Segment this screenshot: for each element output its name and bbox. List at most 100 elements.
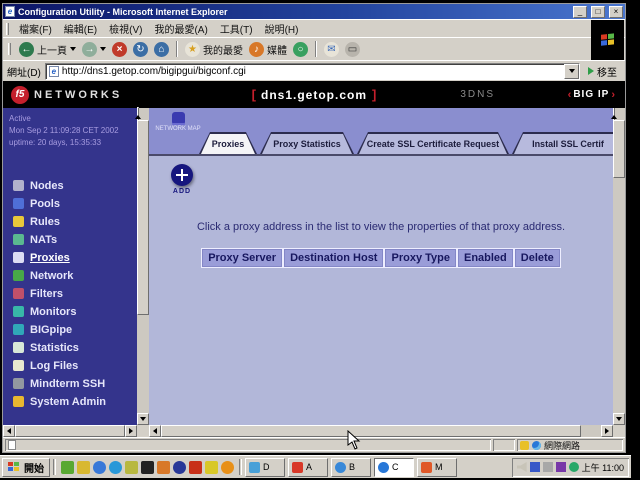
sidebar-vertical-scrollbar[interactable] xyxy=(137,108,149,425)
menu-tools[interactable]: 工具(T) xyxy=(214,19,259,38)
go-button[interactable]: 移至 xyxy=(584,63,621,80)
favorites-button[interactable]: 我的最愛 xyxy=(183,41,245,58)
volume-icon[interactable] xyxy=(517,462,527,472)
taskbar-separator xyxy=(239,459,242,475)
home-button[interactable] xyxy=(152,41,171,58)
restore-button[interactable]: □ xyxy=(591,6,605,18)
scroll-right-arrow[interactable] xyxy=(601,425,613,437)
forward-dropdown-icon[interactable] xyxy=(100,47,106,51)
quicklaunch-icon-4[interactable] xyxy=(109,461,122,474)
tray-icon-3[interactable] xyxy=(543,462,553,472)
proxies-icon xyxy=(13,252,24,263)
status-uptime: uptime: 20 days, 15:35:33 xyxy=(9,137,149,149)
quicklaunch-icon-7[interactable] xyxy=(157,461,170,474)
sidebar-item-system-admin[interactable]: System Admin xyxy=(13,395,149,408)
minimize-button[interactable]: _ xyxy=(573,6,587,18)
sidebar-item-monitors[interactable]: Monitors xyxy=(13,305,149,318)
forward-button[interactable] xyxy=(80,41,108,58)
tab-proxy-statistics[interactable]: Proxy Statistics xyxy=(260,132,354,154)
sidebar-item-bigpipe[interactable]: BIGpipe xyxy=(13,323,149,336)
tab-proxies[interactable]: Proxies xyxy=(199,132,257,154)
menu-file[interactable]: 檔案(F) xyxy=(13,19,58,38)
sidebar-item-statistics[interactable]: Statistics xyxy=(13,341,149,354)
mail-button[interactable] xyxy=(322,41,341,58)
3dns-label: 3DNS xyxy=(460,89,495,100)
media-button[interactable]: 媒體 xyxy=(247,41,289,58)
scroll-right-arrow[interactable] xyxy=(125,425,137,437)
scroll-left-arrow[interactable] xyxy=(3,425,15,437)
back-button[interactable]: 上一頁 xyxy=(17,41,78,58)
menu-help[interactable]: 說明(H) xyxy=(259,19,305,38)
sidebar-horizontal-scrollbar[interactable] xyxy=(3,425,137,437)
taskbar-window-3[interactable]: B xyxy=(331,458,371,477)
network-map-button[interactable]: NETWORK MAP xyxy=(155,112,201,132)
start-button[interactable]: 開始 xyxy=(2,458,50,477)
mail-icon xyxy=(324,42,339,57)
tab-create-ssl-certificate-request[interactable]: Create SSL Certificate Request xyxy=(357,132,509,154)
stop-button[interactable] xyxy=(110,41,129,58)
scrollbar-thumb[interactable] xyxy=(613,120,625,178)
history-button[interactable] xyxy=(291,41,310,58)
toolbar-grip[interactable] xyxy=(8,43,11,55)
quicklaunch-icon-1[interactable] xyxy=(61,461,74,474)
back-icon xyxy=(19,42,34,57)
add-label: ADD xyxy=(167,188,197,195)
refresh-button[interactable] xyxy=(131,41,150,58)
taskbar-window-5[interactable]: M xyxy=(417,458,457,477)
add-icon xyxy=(171,164,193,186)
scrollbar-thumb[interactable] xyxy=(137,120,149,315)
quicklaunch-icon-5[interactable] xyxy=(125,461,138,474)
taskbar-window-1[interactable]: D xyxy=(245,458,285,477)
sidebar-item-proxies[interactable]: Proxies xyxy=(13,251,149,264)
sidebar-item-nodes[interactable]: Nodes xyxy=(13,179,149,192)
system-admin-icon xyxy=(13,396,24,407)
sidebar-item-mindterm-ssh[interactable]: Mindterm SSH xyxy=(13,377,149,390)
menubar-grip[interactable] xyxy=(6,23,9,35)
scroll-down-arrow[interactable] xyxy=(137,413,149,425)
tray-icon-5[interactable] xyxy=(569,462,579,472)
sidebar-item-log-files[interactable]: Log Files xyxy=(13,359,149,372)
menu-favorites[interactable]: 我的最愛(A) xyxy=(148,19,213,38)
sidebar-item-pools[interactable]: Pools xyxy=(13,197,149,210)
content-vertical-scrollbar[interactable] xyxy=(613,108,625,425)
back-dropdown-icon[interactable] xyxy=(70,47,76,51)
scrollbar-corner xyxy=(613,425,625,437)
system-status: Active Mon Sep 2 11:09:28 CET 2002 uptim… xyxy=(3,108,149,149)
scroll-left-arrow[interactable] xyxy=(149,425,161,437)
quicklaunch-icon-9[interactable] xyxy=(189,461,202,474)
quicklaunch-icon-3[interactable] xyxy=(93,461,106,474)
sidebar-item-filters[interactable]: Filters xyxy=(13,287,149,300)
address-combo[interactable]: e http://dns1.getop.com/bigipgui/bigconf… xyxy=(45,63,580,80)
scrollbar-track[interactable] xyxy=(581,425,601,437)
quicklaunch-icon-8[interactable] xyxy=(173,461,186,474)
proxies-panel: ADD Click a proxy address in the list to… xyxy=(149,158,613,425)
taskbar-clock[interactable]: 上午 11:00 xyxy=(582,461,624,474)
scroll-down-arrow[interactable] xyxy=(613,413,625,425)
content-horizontal-scrollbar[interactable] xyxy=(149,425,613,437)
address-input[interactable]: http://dns1.getop.com/bigipgui/bigconf.c… xyxy=(62,66,561,77)
tray-icon-4[interactable] xyxy=(556,462,566,472)
browser-window: e Configuration Utility - Microsoft Inte… xyxy=(2,3,626,453)
sidebar-item-rules[interactable]: Rules xyxy=(13,215,149,228)
tab-install-ssl-certificate[interactable]: Install SSL Certif xyxy=(512,132,613,154)
scrollbar-thumb[interactable] xyxy=(161,425,581,437)
add-proxy-button[interactable]: ADD xyxy=(167,164,197,195)
menu-view[interactable]: 檢視(V) xyxy=(103,19,148,38)
quicklaunch-icon-11[interactable] xyxy=(221,461,234,474)
windows-flag-icon xyxy=(601,33,615,46)
rules-icon xyxy=(13,216,24,227)
scrollbar-thumb[interactable] xyxy=(15,425,125,437)
taskbar-window-2[interactable]: A xyxy=(288,458,328,477)
quicklaunch-icon-2[interactable] xyxy=(77,461,90,474)
taskbar-window-4-active[interactable]: C xyxy=(374,458,414,477)
print-button[interactable] xyxy=(343,41,362,58)
tray-icon-2[interactable] xyxy=(530,462,540,472)
close-button[interactable]: × xyxy=(609,6,623,18)
sidebar-item-network[interactable]: Network xyxy=(13,269,149,282)
menu-edit[interactable]: 編輯(E) xyxy=(58,19,103,38)
quicklaunch-icon-6[interactable] xyxy=(141,461,154,474)
title-bar[interactable]: e Configuration Utility - Microsoft Inte… xyxy=(3,4,625,19)
sidebar-item-nats[interactable]: NATs xyxy=(13,233,149,246)
address-dropdown-button[interactable] xyxy=(564,64,579,79)
quicklaunch-icon-10[interactable] xyxy=(205,461,218,474)
